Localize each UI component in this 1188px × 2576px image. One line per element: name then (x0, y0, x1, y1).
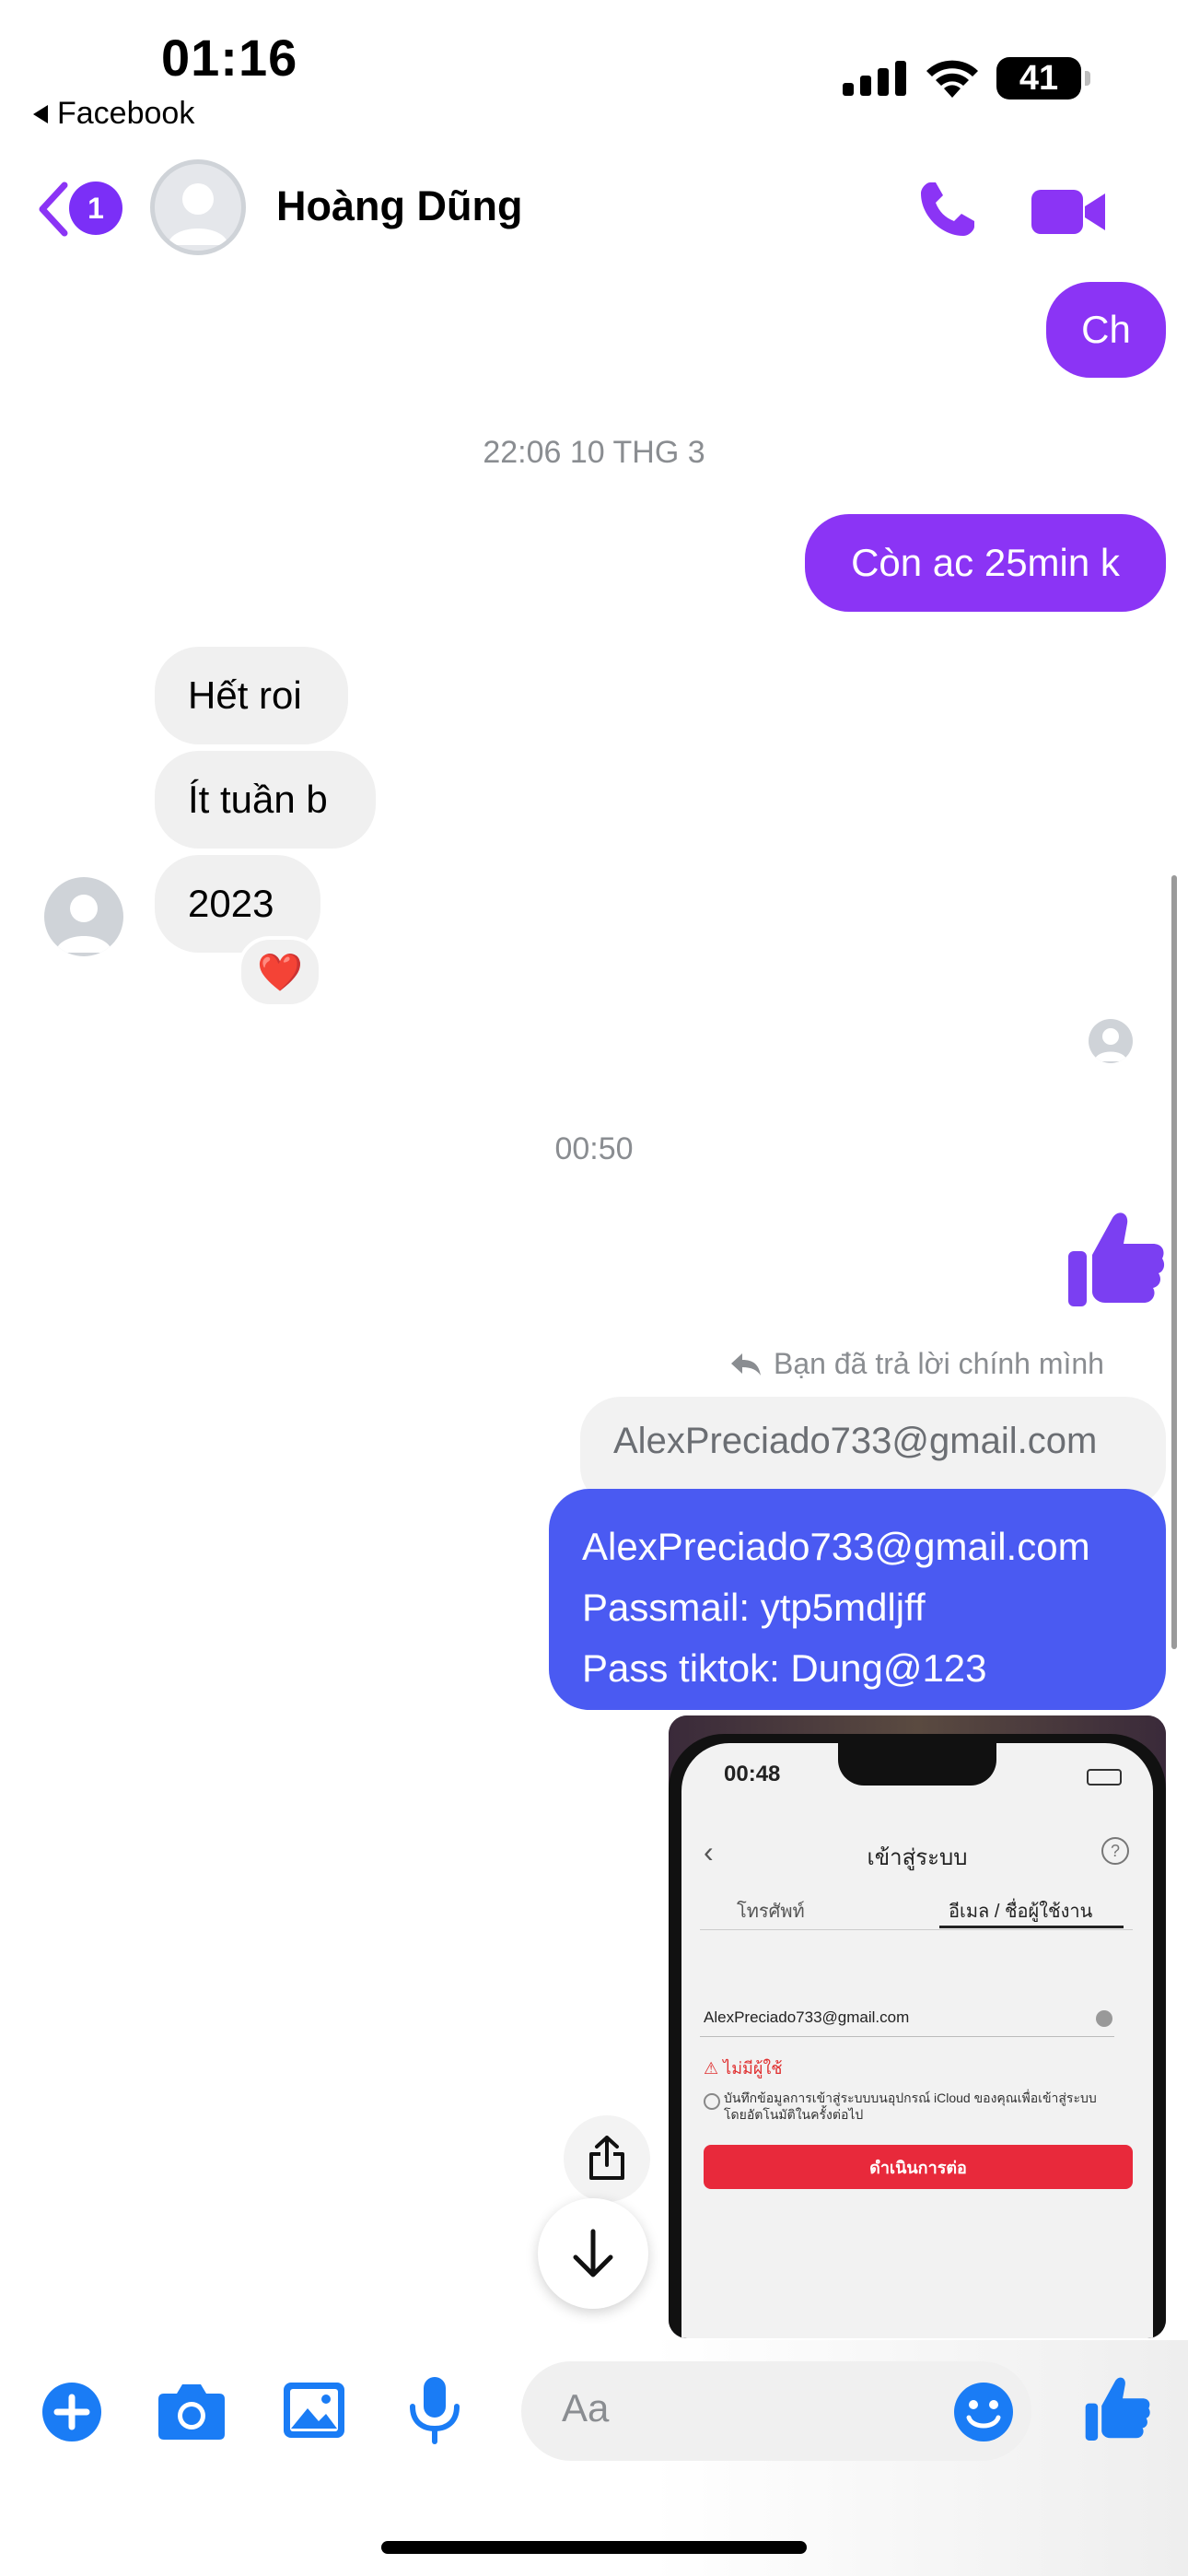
plus-icon[interactable] (41, 2381, 103, 2443)
message-incoming[interactable]: Hết roi (155, 647, 348, 744)
cellular-signal-icon (843, 61, 906, 96)
phone-time: 00:48 (724, 1762, 781, 1786)
continue-button: ดำเนินการต่อ (704, 2145, 1133, 2189)
tab-email: อีเมล / ชื่อผู้ใช้งาน (949, 1902, 1093, 1922)
message-outgoing[interactable]: Còn ac 25min k (805, 514, 1166, 612)
active-tab-underline (939, 1926, 1124, 1928)
timestamp: 00:50 (554, 1131, 634, 1166)
scroll-to-bottom-button[interactable] (538, 2198, 648, 2309)
share-icon (589, 2136, 624, 2180)
remember-checkbox (704, 2093, 720, 2110)
phone-screen: 00:48 ‹ เข้าสู่ระบบ ? โทรศัพท์ อีเมล / ช… (681, 1743, 1153, 2338)
reply-note-text: Bạn đã trả lời chính mình (774, 1347, 1104, 1380)
remember-text: บันทึกข้อมูลการเข้าสู่ระบบบนอุปกรณ์ iClo… (724, 2090, 1097, 2122)
back-to-app-link[interactable]: Facebook (33, 96, 194, 132)
like-button-icon[interactable] (1083, 2371, 1151, 2445)
phone-battery-icon (1087, 1769, 1122, 1786)
quoted-text: AlexPreciado733@gmail.com (613, 1421, 1098, 1461)
home-indicator[interactable] (381, 2541, 807, 2554)
sender-avatar[interactable] (44, 877, 123, 956)
person-icon (1094, 1028, 1127, 1061)
thumbs-up-icon[interactable] (1065, 1207, 1166, 1310)
message-line: Passmail: ytp5mdljff (582, 1586, 926, 1629)
message-text: Ch (1081, 308, 1131, 351)
photo-message[interactable]: 00:48 ‹ เข้าสู่ระบบ ? โทรศัพท์ อีเมล / ช… (669, 1715, 1166, 2338)
clear-icon (1096, 2010, 1112, 2027)
tab-phone: โทรศัพท์ (737, 1902, 805, 1922)
unread-badge: 1 (69, 181, 122, 235)
person-icon (55, 895, 112, 953)
error-text: ⚠ ไม่มีผู้ใช้ (704, 2059, 783, 2078)
back-arrow-icon (33, 104, 48, 123)
contact-name[interactable]: Hoàng Dũng (276, 182, 522, 230)
reply-note: Bạn đã trả lời chính mình (729, 1347, 1104, 1381)
gallery-icon[interactable] (282, 2381, 346, 2440)
tab-divider (700, 1929, 1133, 1930)
chevron-left-icon (39, 181, 68, 237)
message-line: Pass tiktok: Dung@123 (582, 1646, 987, 1690)
message-incoming[interactable]: Ít tuần b (155, 751, 376, 849)
video-call-icon[interactable] (1030, 184, 1107, 240)
person-icon (168, 183, 228, 245)
email-input-value: AlexPreciado733@gmail.com (704, 2008, 910, 2026)
message-outgoing-credentials[interactable]: AlexPreciado733@gmail.com Passmail: ytp5… (549, 1489, 1166, 1710)
message-text: Ít tuần b (188, 778, 328, 821)
error-message: ไม่มีผู้ใช้ (723, 2059, 783, 2078)
message-text: 2023 (188, 882, 274, 925)
status-time: 01:16 (161, 29, 298, 87)
message-line: AlexPreciado733@gmail.com (582, 1525, 1090, 1568)
battery-level: 41 (1019, 58, 1059, 98)
seen-receipt-avatar (1089, 1019, 1133, 1063)
wifi-icon (926, 60, 978, 98)
camera-icon[interactable] (157, 2381, 227, 2441)
emoji-icon[interactable] (952, 2381, 1015, 2443)
message-outgoing[interactable]: Ch (1046, 282, 1166, 378)
contact-avatar[interactable] (150, 159, 246, 255)
battery-icon: 41 (996, 57, 1081, 100)
help-icon: ? (1101, 1837, 1129, 1865)
share-button[interactable] (564, 2115, 650, 2202)
battery-cap (1085, 71, 1090, 86)
heart-reaction-icon[interactable]: ❤️ (238, 936, 322, 1008)
arrow-down-icon (573, 2229, 613, 2277)
timestamp: 22:06 10 THG 3 (483, 435, 705, 470)
reply-arrow-icon (731, 1352, 761, 1376)
message-text: Còn ac 25min k (851, 541, 1120, 584)
scrollbar-thumb[interactable] (1171, 875, 1177, 1649)
phone-icon[interactable] (914, 177, 980, 243)
message-text: Hết roi (188, 673, 302, 717)
back-app-label: Facebook (57, 96, 195, 131)
input-underline (700, 2036, 1114, 2037)
microphone-icon[interactable] (407, 2375, 462, 2445)
phone-notch (838, 1743, 996, 1786)
login-title: เข้าสู่ระบบ (867, 1845, 968, 1870)
message-input-placeholder: Aa (562, 2386, 610, 2430)
